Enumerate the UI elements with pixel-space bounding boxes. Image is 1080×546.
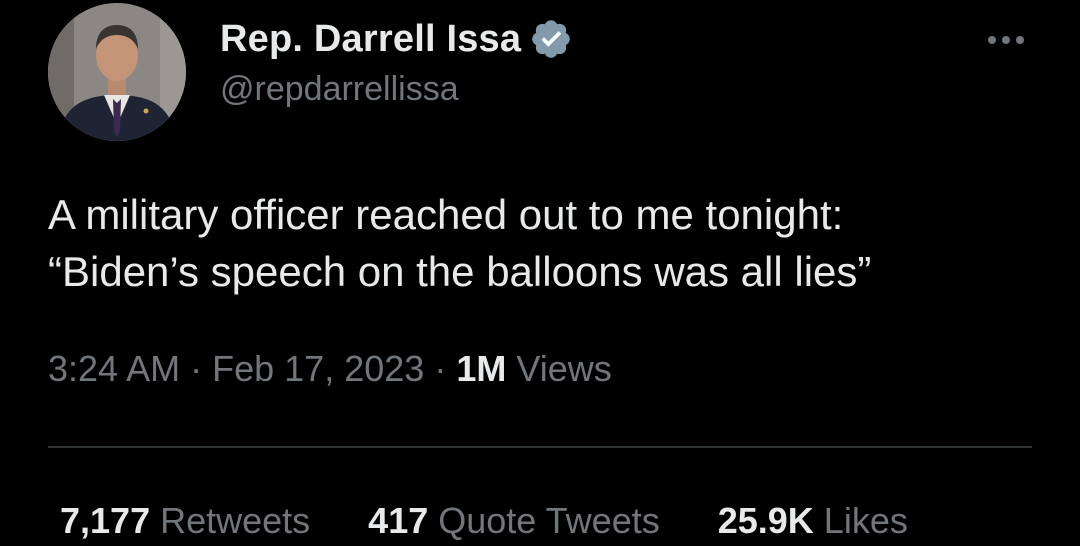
handle[interactable]: @repdarrellissa: [220, 70, 573, 109]
views-label: Views: [516, 348, 612, 389]
quote-tweets-label: Quote Tweets: [438, 500, 660, 541]
tweet-text-line: A military officer reached out to me ton…: [48, 191, 844, 238]
retweets-label: Retweets: [160, 500, 311, 541]
more-options-icon[interactable]: [984, 32, 1028, 48]
meta-separator: ·: [434, 348, 447, 389]
likes-count: 25.9K: [717, 500, 814, 541]
author-block: Rep. Darrell Issa @repdarrellissa: [220, 14, 573, 109]
verified-badge-icon: [529, 17, 573, 61]
display-name[interactable]: Rep. Darrell Issa: [220, 18, 521, 61]
retweets-stat[interactable]: 7,177 Retweets: [60, 500, 310, 542]
likes-label: Likes: [823, 500, 908, 541]
quote-tweets-stat[interactable]: 417 Quote Tweets: [368, 500, 660, 542]
engagement-stats: 7,177 Retweets 417 Quote Tweets 25.9K Li…: [60, 500, 908, 542]
tweet-text: A military officer reached out to me ton…: [48, 186, 1048, 300]
divider: [48, 446, 1032, 448]
avatar-portrait-icon: [48, 3, 186, 141]
views-count: 1M: [456, 348, 507, 389]
likes-stat[interactable]: 25.9K Likes: [718, 500, 908, 542]
tweet-meta: 3:24 AM · Feb 17, 2023 · 1M Views: [48, 348, 612, 390]
tweet-time[interactable]: 3:24 AM: [48, 348, 180, 389]
tweet-date[interactable]: Feb 17, 2023: [212, 348, 424, 389]
avatar[interactable]: [48, 3, 186, 141]
tweet: Rep. Darrell Issa @repdarrellissa A mili…: [0, 0, 1080, 546]
name-row: Rep. Darrell Issa: [220, 14, 573, 64]
meta-separator: ·: [190, 348, 203, 389]
quote-tweets-count: 417: [368, 500, 429, 541]
tweet-text-line: “Biden’s speech on the balloons was all …: [48, 248, 872, 295]
retweets-count: 7,177: [60, 500, 151, 541]
